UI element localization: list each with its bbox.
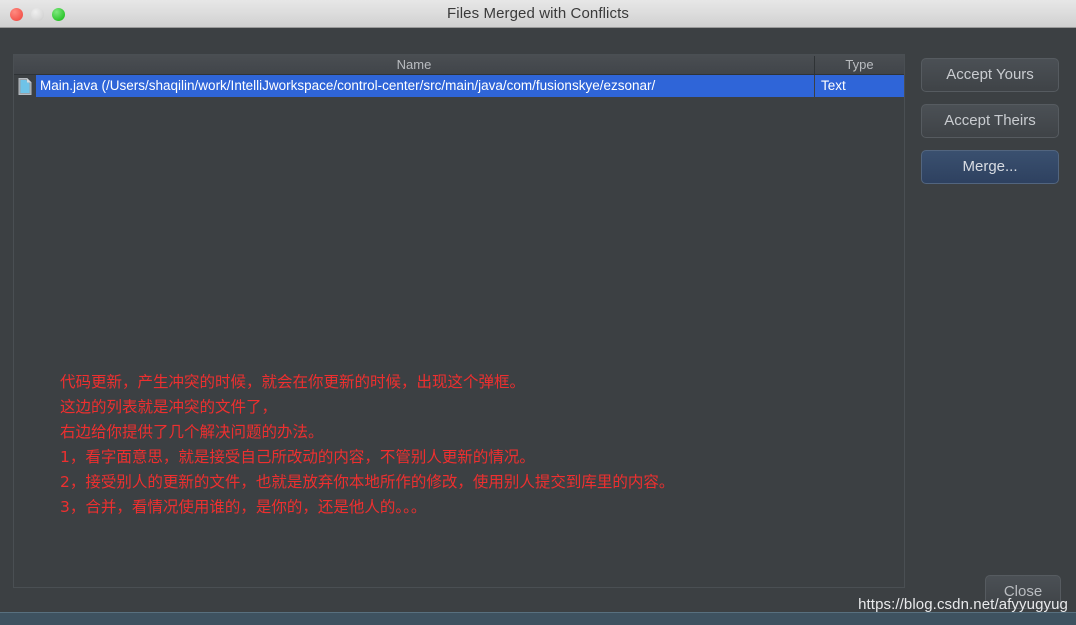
file-type-cell[interactable]: Text xyxy=(815,75,904,97)
annotation-line: 这边的列表就是冲突的文件了， xyxy=(60,398,278,416)
annotation-line: 代码更新，产生冲突的时候，就会在你更新的时候，出现这个弹框。 xyxy=(60,373,526,391)
merge-conflicts-dialog: Files Merged with Conflicts Name Type Ma… xyxy=(0,0,1076,625)
action-button-group: Accept Yours Accept Theirs Merge... xyxy=(921,58,1059,196)
column-header-name[interactable]: Name xyxy=(14,55,814,75)
file-document-icon xyxy=(16,77,34,95)
merge-button[interactable]: Merge... xyxy=(921,150,1059,184)
annotation-line: 右边给你提供了几个解决问题的办法。 xyxy=(60,423,324,441)
conflicted-files-panel: Name Type Main.java (/Users/shaqilin/wor… xyxy=(13,54,905,588)
watermark-url: https://blog.csdn.net/afyyugyug xyxy=(858,596,1068,613)
accept-theirs-button[interactable]: Accept Theirs xyxy=(921,104,1059,138)
table-row[interactable]: Main.java (/Users/shaqilin/work/IntelliJ… xyxy=(14,75,904,97)
file-path-cell[interactable]: Main.java (/Users/shaqilin/work/IntelliJ… xyxy=(36,75,814,97)
annotation-line: 1，看字面意思，就是接受自己所改动的内容，不管别人更新的情况。 xyxy=(60,448,535,466)
window-title: Files Merged with Conflicts xyxy=(447,5,629,22)
annotation-line: 3，合并，看情况使用谁的，是你的，还是他人的。。。 xyxy=(60,498,427,516)
file-table-header: Name Type xyxy=(14,55,904,75)
dialog-body: Name Type Main.java (/Users/shaqilin/wor… xyxy=(0,28,1076,613)
accept-yours-button[interactable]: Accept Yours xyxy=(921,58,1059,92)
annotation-line: 2，接受别人的更新的文件，也就是放弃你本地所作的修改，使用别人提交到库里的内容。 xyxy=(60,473,675,491)
bottom-strip xyxy=(0,612,1076,625)
annotation-notes: 代码更新，产生冲突的时候，就会在你更新的时候，出现这个弹框。 这边的列表就是冲突… xyxy=(60,370,890,520)
title-bar: Files Merged with Conflicts xyxy=(0,0,1076,28)
column-header-type[interactable]: Type xyxy=(815,55,904,75)
